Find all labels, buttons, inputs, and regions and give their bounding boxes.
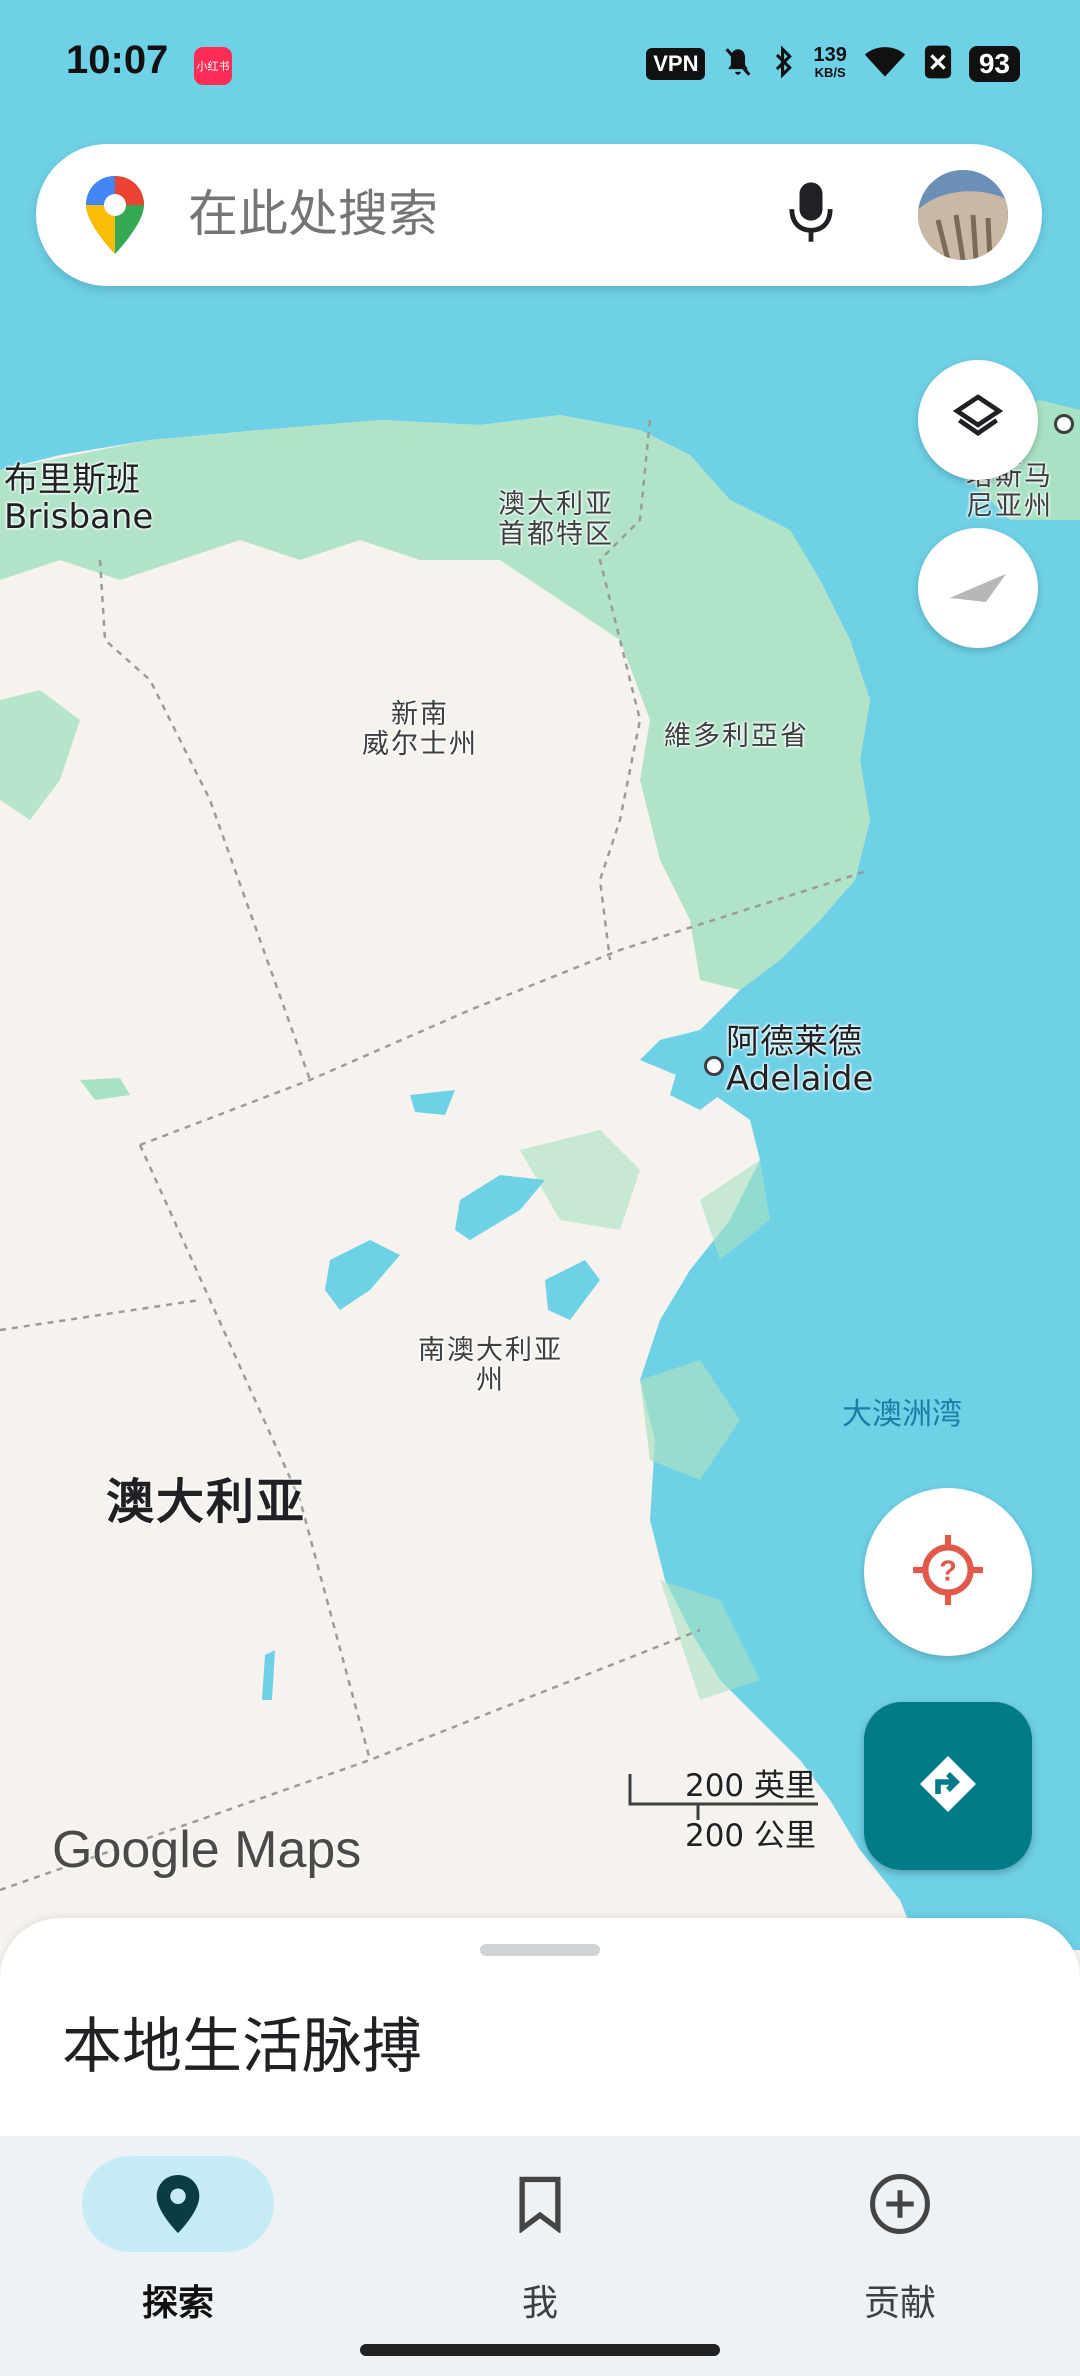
sim-off-icon [923,44,953,84]
map-label-victoria: 維多利亞省 [664,721,809,752]
search-input[interactable] [186,184,750,244]
place-pin-icon [144,2170,212,2238]
map-view[interactable]: 布里斯班 Brisbane 澳大利亚 首都特区 新南 威尔士州 維多利亞省 塔斯… [0,0,1080,1950]
nav-explore-label: 探索 [141,2283,214,2324]
map-label-brisbane[interactable]: 布里斯班 Brisbane [4,460,154,538]
status-icons: VPN 139 KB/S 93 [646,42,1020,86]
map-city-dot-adelaide[interactable] [704,1056,724,1076]
map-label-nsw: 新南 威尔士州 [362,699,478,760]
nav-me[interactable]: 我 [390,2146,690,2336]
layers-button[interactable] [918,360,1038,480]
add-circle-icon [866,2170,934,2238]
google-maps-pin-icon [84,174,146,260]
layers-icon [950,390,1006,450]
search-bar[interactable] [36,144,1042,286]
map-label-adelaide-en: Adelaide [726,1059,874,1100]
map-label-adelaide[interactable]: 阿德莱德 Adelaide [726,1022,874,1100]
map-label-south-australia: 南澳大利亚 州 [418,1335,563,1396]
map-label-act: 澳大利亚 首都特区 [498,489,614,550]
google-maps-logo: Google Maps [52,1821,362,1879]
svg-text:?: ? [939,1555,957,1587]
directions-button[interactable] [864,1702,1032,1870]
map-city-dot [1054,414,1074,434]
map-label-great-australian-bight: 大澳洲湾 [842,1397,962,1432]
bottom-sheet[interactable]: 本地生活脉搏 [0,1918,1080,2138]
bottom-navigation: 探索 我 贡献 [0,2136,1080,2376]
bookmark-icon [506,2170,574,2238]
map-label-brisbane-en: Brisbane [4,497,154,538]
speed-value: 139 [813,44,847,66]
speed-unit: KB/S [814,65,846,80]
scale-km: 200 公里 [684,1818,816,1854]
network-speed: 139 KB/S [813,44,847,82]
scale-miles: 200 英里 [684,1768,816,1804]
compass-icon [946,554,1010,622]
mic-icon[interactable] [788,180,834,250]
compass-button[interactable] [918,528,1038,648]
map-label-brisbane-cn: 布里斯班 [4,460,140,500]
xiaohongshu-icon: 小红书 [194,47,232,85]
status-bar: 10:07 小红书 VPN 139 KB/S 93 [0,0,1080,130]
bluetooth-icon [771,45,797,83]
drag-handle[interactable] [480,1944,600,1956]
sheet-title: 本地生活脉搏 [62,2012,422,2082]
my-location-unknown-icon: ? [911,1533,985,1611]
vpn-icon: VPN [646,48,706,80]
nav-contribute[interactable]: 贡献 [750,2146,1050,2336]
map-scale: 200 英里 200 公里 [628,1760,828,1854]
map-label-adelaide-cn: 阿德莱德 [726,1022,862,1062]
mute-icon [721,45,755,83]
wifi-icon [863,45,907,83]
status-time: 10:07 [66,38,169,82]
map-label-australia: 澳大利亚 [106,1474,307,1530]
my-location-button[interactable]: ? [864,1488,1032,1656]
nav-me-label: 我 [521,2283,558,2324]
avatar[interactable] [918,170,1008,260]
directions-icon [916,1752,980,1820]
nav-contribute-label: 贡献 [863,2283,936,2324]
home-indicator[interactable] [360,2344,720,2356]
battery-icon: 93 [968,46,1020,82]
nav-explore[interactable]: 探索 [28,2146,328,2336]
